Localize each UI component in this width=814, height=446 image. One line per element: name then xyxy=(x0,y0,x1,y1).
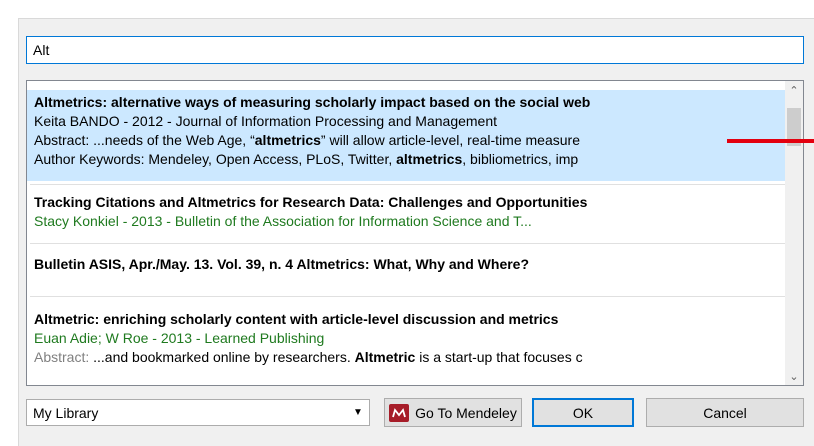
result-keywords: Author Keywords: Mendeley, Open Access, … xyxy=(34,151,579,167)
result-meta: Keita BANDO - 2012 - Journal of Informat… xyxy=(34,113,498,129)
result-item[interactable]: Altmetric: enriching scholarly content w… xyxy=(27,310,785,370)
red-annotation-line xyxy=(727,139,814,143)
result-item[interactable]: Bulletin ASIS, Apr./May. 13. Vol. 39, n.… xyxy=(27,255,785,275)
mendeley-logo-icon xyxy=(389,403,410,422)
result-abstract: Abstract: ...needs of the Web Age, “altm… xyxy=(34,132,580,148)
chevron-up-icon[interactable]: ⌃ xyxy=(785,81,803,99)
cancel-label: Cancel xyxy=(703,404,747,421)
vertical-scrollbar[interactable]: ⌃ ⌄ xyxy=(785,81,803,385)
go-to-mendeley-label: Go To Mendeley xyxy=(415,404,517,421)
ok-button[interactable]: OK xyxy=(532,398,634,427)
divider xyxy=(30,243,785,244)
result-item[interactable]: Tracking Citations and Altmetrics for Re… xyxy=(27,193,785,233)
search-dialog: Altmetrics: alternative ways of measurin… xyxy=(0,0,814,446)
result-meta: Stacy Konkiel - 2013 - Bulletin of the A… xyxy=(34,213,532,229)
results-list[interactable]: Altmetrics: alternative ways of measurin… xyxy=(26,80,804,386)
result-title: Altmetric: enriching scholarly content w… xyxy=(34,311,559,327)
result-title: Altmetrics: alternative ways of measurin… xyxy=(34,94,591,110)
chevron-down-icon: ▼ xyxy=(353,407,363,418)
divider xyxy=(30,184,785,185)
result-meta: Euan Adie; W Roe - 2013 - Learned Publis… xyxy=(34,330,325,346)
result-title: Bulletin ASIS, Apr./May. 13. Vol. 39, n.… xyxy=(34,256,530,272)
search-input[interactable] xyxy=(26,36,804,64)
cancel-button[interactable]: Cancel xyxy=(646,398,804,427)
result-title: Tracking Citations and Altmetrics for Re… xyxy=(34,194,588,210)
ok-label: OK xyxy=(572,404,594,421)
result-item[interactable]: Altmetrics: alternative ways of measurin… xyxy=(27,90,785,181)
library-select[interactable]: My Library ▼ xyxy=(26,399,370,426)
library-select-value: My Library xyxy=(33,404,99,421)
chevron-down-icon[interactable]: ⌄ xyxy=(785,367,803,385)
divider xyxy=(30,296,785,297)
go-to-mendeley-button[interactable]: Go To Mendeley xyxy=(384,398,522,427)
result-abstract: Abstract: ...and bookmarked online by re… xyxy=(34,349,583,365)
